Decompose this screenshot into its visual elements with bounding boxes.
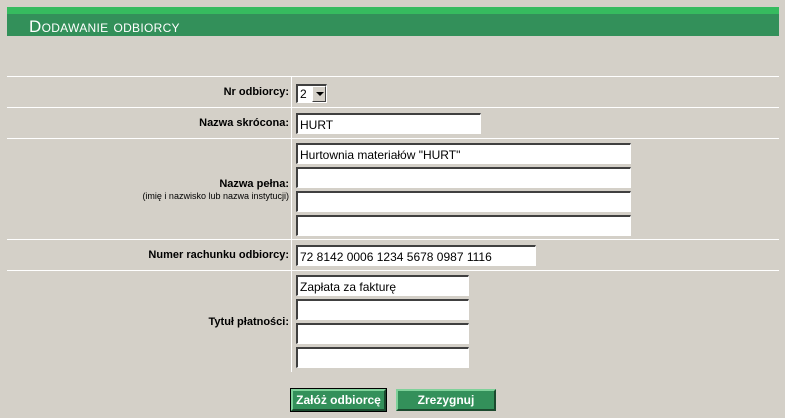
numer-rachunku-input[interactable]: 72 8142 0006 1234 5678 0987 1116 [296, 245, 536, 266]
chevron-down-icon[interactable] [312, 86, 326, 102]
page-header: Dodawanie odbiorcy [7, 7, 779, 36]
tytul-platnosci-line-1[interactable]: Zapłata za fakturę [296, 275, 469, 296]
tytul-platnosci-line-2[interactable] [296, 299, 469, 320]
nazwa-pelna-line-4[interactable] [296, 215, 631, 236]
tytul-platnosci-line-4[interactable] [296, 347, 469, 368]
nazwa-pelna-label: Nazwa pełna: [219, 177, 289, 190]
row-nr-odbiorcy: Nr odbiorcy: 2 [7, 76, 779, 107]
row-numer-rachunku: Numer rachunku odbiorcy: 72 8142 0006 12… [7, 239, 779, 270]
tytul-platnosci-label: Tytuł płatności: [208, 315, 289, 328]
nazwa-skrocona-input[interactable]: HURT [296, 113, 481, 134]
row-nazwa-skrocona: Nazwa skrócona: HURT [7, 107, 779, 138]
cancel-button[interactable]: Zrezygnuj [396, 389, 496, 411]
nr-odbiorcy-select[interactable]: 2 [296, 84, 327, 103]
nazwa-pelna-sublabel: (imię i nazwisko lub nazwa instytucji) [142, 190, 289, 201]
nazwa-pelna-line-1[interactable]: Hurtownia materiałów "HURT" [296, 143, 631, 164]
submit-button[interactable]: Załóż odbiorcę [290, 388, 387, 412]
nr-odbiorcy-value: 2 [300, 87, 307, 101]
page-title: Dodawanie odbiorcy [29, 17, 180, 36]
nazwa-pelna-line-3[interactable] [296, 191, 631, 212]
nazwa-pelna-line-2[interactable] [296, 167, 631, 188]
row-tytul-platnosci: Tytuł płatności: Zapłata za fakturę [7, 270, 779, 372]
numer-rachunku-label: Numer rachunku odbiorcy: [148, 249, 289, 261]
recipient-form: Nr odbiorcy: 2 Nazwa skrócona: HURT Nazw… [7, 76, 779, 372]
tytul-platnosci-line-3[interactable] [296, 323, 469, 344]
row-nazwa-pelna: Nazwa pełna: (imię i nazwisko lub nazwa … [7, 138, 779, 239]
nr-odbiorcy-label: Nr odbiorcy: [223, 86, 289, 98]
nazwa-skrocona-label: Nazwa skrócona: [199, 117, 289, 129]
